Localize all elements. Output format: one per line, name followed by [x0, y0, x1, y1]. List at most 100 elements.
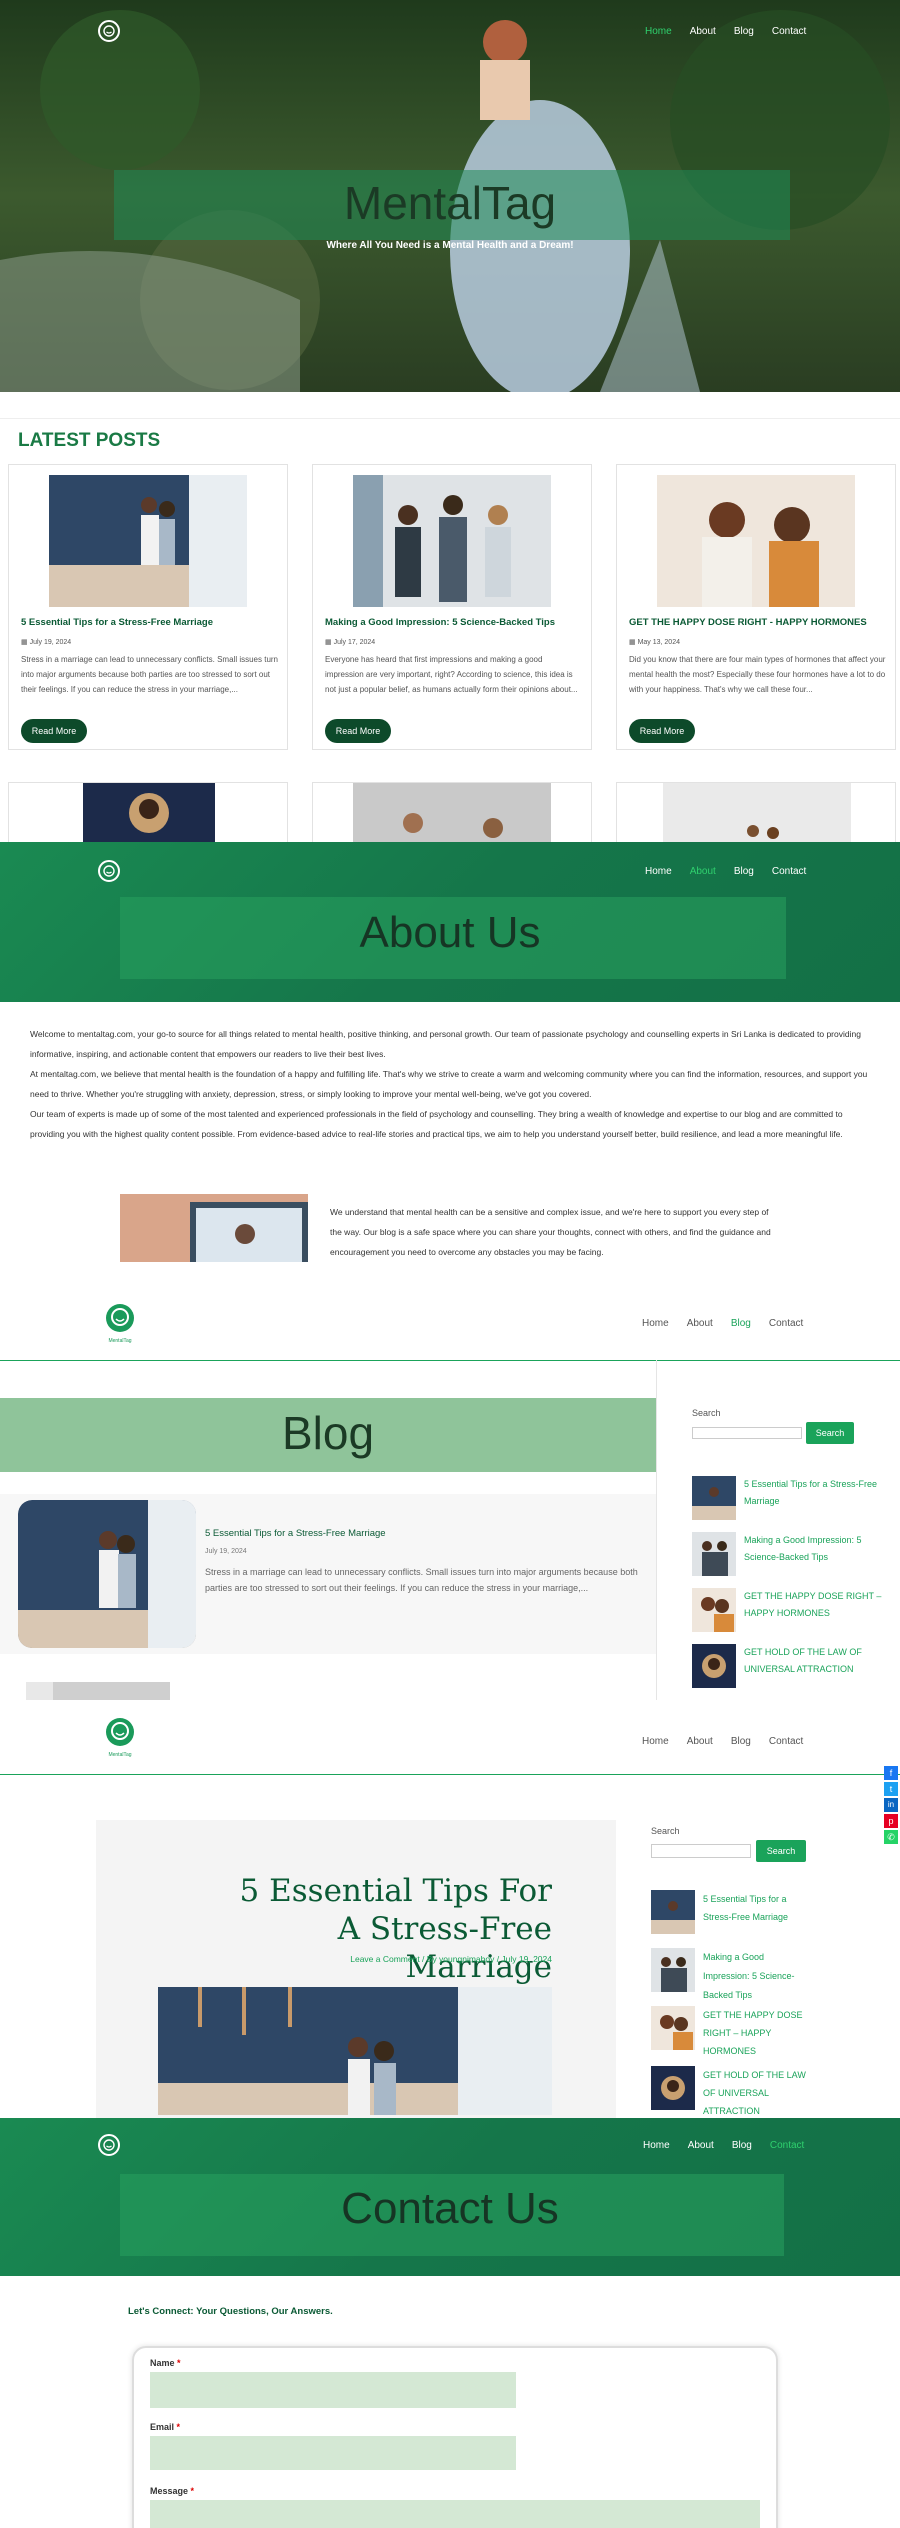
smile-head-icon — [103, 25, 115, 37]
sidebar-post-thumbnail[interactable] — [651, 2066, 695, 2110]
pinterest-icon[interactable]: p — [884, 1814, 898, 1828]
sidebar-post[interactable]: 5 Essential Tips for a Stress-Free Marri… — [692, 1476, 894, 1520]
sidebar-post[interactable]: GET HOLD OF THE LAW OF UNIVERSAL ATTRACT… — [651, 2066, 813, 2118]
post-thumbnail[interactable] — [18, 1500, 196, 1648]
sidebar-post-link[interactable]: Making a Good Impression: 5 Science-Back… — [703, 1948, 813, 2005]
sidebar-post[interactable]: Making a Good Impression: 5 Science-Back… — [692, 1532, 884, 1576]
sidebar-post[interactable]: GET THE HAPPY DOSE RIGHT – HAPPY HORMONE… — [651, 2006, 813, 2060]
search-input[interactable] — [692, 1427, 802, 1439]
nav-blog[interactable]: Blog — [734, 866, 754, 877]
post-excerpt: Stress in a marriage can lead to unneces… — [21, 655, 279, 694]
email-label: Email * — [150, 2422, 180, 2432]
post-thumbnail[interactable] — [18, 1682, 178, 1700]
post-thumbnail[interactable] — [83, 783, 215, 842]
contact-nav: Home About Blog Contact — [643, 2140, 804, 2151]
post-thumbnail[interactable] — [49, 475, 247, 607]
post-title[interactable]: 5 Essential Tips for a Stress-Free Marri… — [21, 617, 281, 628]
read-more-button[interactable]: Read More — [21, 719, 87, 743]
blog-title: Blog — [281, 1407, 375, 1459]
post-card[interactable] — [8, 782, 288, 842]
site-logo[interactable] — [98, 860, 120, 882]
post-thumbnail[interactable] — [353, 783, 551, 842]
sidebar-divider — [656, 1360, 657, 1700]
nav-home[interactable]: Home — [645, 866, 672, 877]
nav-home[interactable]: Home — [645, 26, 672, 37]
header-divider — [0, 1360, 900, 1361]
post-thumbnail[interactable] — [663, 783, 851, 842]
sidebar-post-thumbnail[interactable] — [651, 2006, 695, 2050]
sidebar-post[interactable]: 5 Essential Tips for a Stress-Free Marri… — [651, 1890, 803, 1934]
sidebar-post-thumbnail[interactable] — [651, 1948, 695, 1992]
nav-home[interactable]: Home — [642, 1736, 669, 1747]
read-more-button[interactable]: Read More — [325, 719, 391, 743]
name-field[interactable] — [150, 2372, 516, 2408]
sidebar-post[interactable]: Making a Good Impression: 5 Science-Back… — [651, 1948, 813, 2005]
blog-post-item[interactable]: 5 Essential Tips for a Stress-Free Marri… — [0, 1494, 656, 1654]
whatsapp-icon[interactable]: ✆ — [884, 1830, 898, 1844]
site-logo[interactable] — [98, 2134, 120, 2156]
search-input[interactable] — [651, 1844, 751, 1858]
sidebar-post-thumbnail[interactable] — [692, 1532, 736, 1576]
nav-blog[interactable]: Blog — [731, 1318, 751, 1329]
mentaltag-logo-icon[interactable] — [102, 1302, 138, 1338]
nav-about[interactable]: About — [687, 1736, 713, 1747]
post-card[interactable] — [616, 782, 896, 842]
mentaltag-logo-icon[interactable] — [102, 1716, 138, 1752]
sidebar-post-link[interactable]: GET THE HAPPY DOSE RIGHT – HAPPY HORMONE… — [703, 2006, 813, 2060]
nav-about[interactable]: About — [690, 866, 716, 877]
post-thumbnail[interactable] — [657, 475, 855, 607]
nav-contact[interactable]: Contact — [772, 866, 806, 877]
about-paragraph: Our team of experts is made up of some o… — [30, 1109, 843, 1139]
site-logo[interactable] — [98, 20, 120, 42]
read-more-button[interactable]: Read More — [629, 719, 695, 743]
nav-blog[interactable]: Blog — [731, 1736, 751, 1747]
nav-blog[interactable]: Blog — [734, 26, 754, 37]
nav-about[interactable]: About — [690, 26, 716, 37]
post-title[interactable]: GET THE HAPPY DOSE RIGHT - HAPPY HORMONE… — [629, 617, 889, 628]
sidebar-post-link[interactable]: Making a Good Impression: 5 Science-Back… — [744, 1532, 884, 1576]
sidebar-post-link[interactable]: GET THE HAPPY DOSE RIGHT – HAPPY HORMONE… — [744, 1588, 894, 1632]
nav-contact[interactable]: Contact — [772, 26, 806, 37]
nav-contact[interactable]: Contact — [769, 1736, 803, 1747]
post-thumbnail[interactable] — [353, 475, 551, 607]
sidebar-post-thumbnail[interactable] — [692, 1588, 736, 1632]
twitter-icon[interactable]: t — [884, 1782, 898, 1796]
sidebar-post-thumbnail[interactable] — [651, 1890, 695, 1934]
facebook-icon[interactable]: f — [884, 1766, 898, 1780]
nav-blog[interactable]: Blog — [732, 2140, 752, 2151]
sidebar-post-link[interactable]: GET HOLD OF THE LAW OF UNIVERSAL ATTRACT… — [703, 2066, 813, 2118]
post-excerpt: Did you know that there are four main ty… — [629, 655, 886, 694]
required-mark: * — [190, 2486, 195, 2496]
email-field[interactable] — [150, 2436, 516, 2470]
nav-home[interactable]: Home — [643, 2140, 670, 2151]
divider — [0, 418, 900, 419]
post-title[interactable]: 5 Essential Tips for a Stress-Free Marri… — [205, 1528, 386, 1539]
sidebar-post-thumbnail[interactable] — [692, 1644, 736, 1688]
sidebar-post[interactable]: GET HOLD OF THE LAW OF UNIVERSAL ATTRACT… — [692, 1644, 884, 1688]
post-card[interactable]: 5 Essential Tips for a Stress-Free Marri… — [8, 464, 288, 750]
about-image — [120, 1194, 308, 1262]
post-card[interactable]: Making a Good Impression: 5 Science-Back… — [312, 464, 592, 750]
message-field[interactable] — [150, 2500, 760, 2528]
blog-nav: Home About Blog Contact — [642, 1318, 803, 1329]
search-button[interactable]: Search — [756, 1840, 806, 1862]
post-card[interactable] — [312, 782, 592, 842]
contact-section: Home About Blog Contact Contact Us Let's… — [0, 2118, 900, 2528]
sidebar-post-thumbnail[interactable] — [692, 1476, 736, 1520]
sidebar-post[interactable]: GET THE HAPPY DOSE RIGHT – HAPPY HORMONE… — [692, 1588, 894, 1632]
nav-home[interactable]: Home — [642, 1318, 669, 1329]
sidebar-post-link[interactable]: GET HOLD OF THE LAW OF UNIVERSAL ATTRACT… — [744, 1644, 884, 1688]
post-date: ▦ July 19, 2024 — [21, 638, 71, 646]
nav-about[interactable]: About — [687, 1318, 713, 1329]
sidebar-post-link[interactable]: 5 Essential Tips for a Stress-Free Marri… — [744, 1476, 894, 1520]
nav-contact[interactable]: Contact — [769, 1318, 803, 1329]
search-button[interactable]: Search — [806, 1422, 854, 1444]
sidebar-post-link[interactable]: 5 Essential Tips for a Stress-Free Marri… — [703, 1890, 803, 1934]
post-date: July 19, 2024 — [205, 1548, 247, 1555]
post-title[interactable]: Making a Good Impression: 5 Science-Back… — [325, 617, 585, 628]
hero-title: MentalTag — [343, 177, 557, 229]
nav-contact[interactable]: Contact — [770, 2140, 804, 2151]
linkedin-icon[interactable]: in — [884, 1798, 898, 1812]
post-card[interactable]: GET THE HAPPY DOSE RIGHT - HAPPY HORMONE… — [616, 464, 896, 750]
nav-about[interactable]: About — [688, 2140, 714, 2151]
